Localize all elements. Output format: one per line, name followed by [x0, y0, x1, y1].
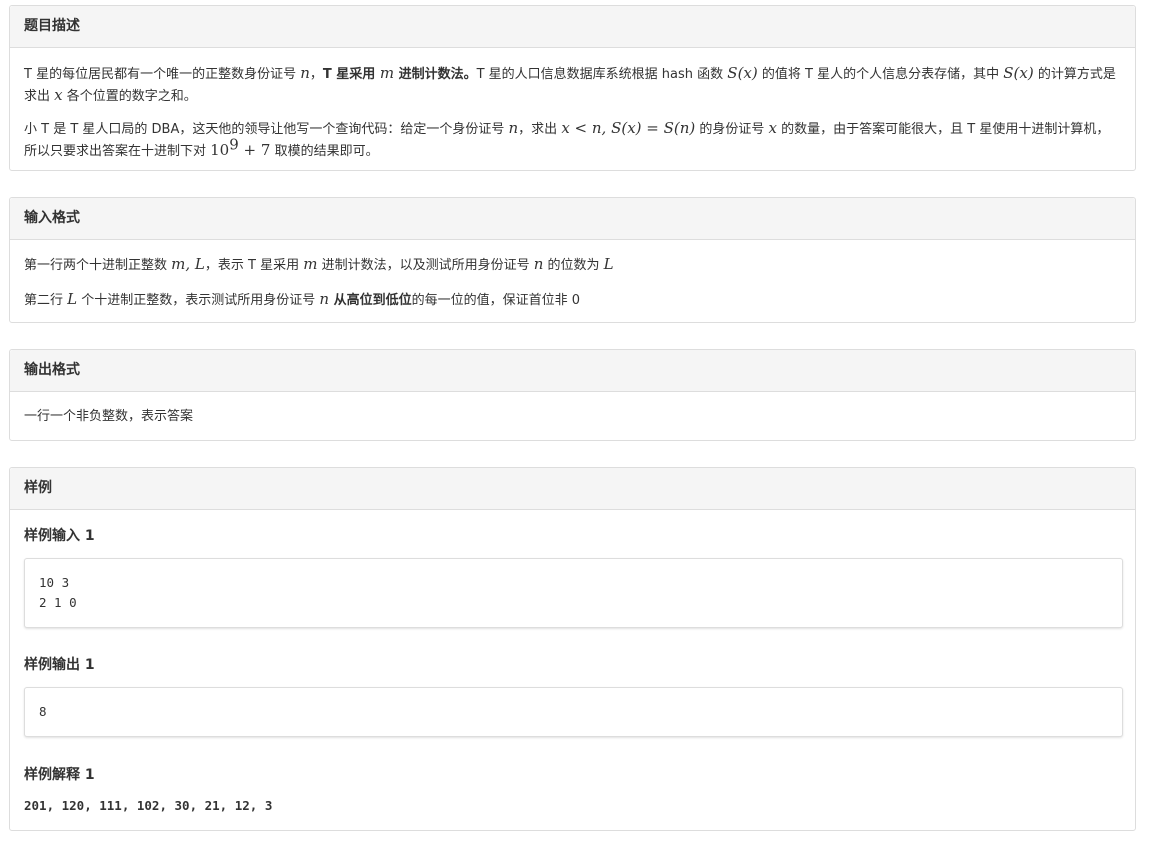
text: 的每一位的值，保证首位非 0	[411, 293, 580, 308]
text: 进制计数法，以及测试所用身份证号	[317, 258, 534, 273]
output-format-line: 一行一个非负整数，表示答案	[24, 409, 194, 424]
math-sx: S(x)	[1003, 64, 1034, 82]
sample-output-title: 样例输出 1	[24, 657, 95, 673]
text: ，表示 T 星采用	[204, 258, 304, 273]
sample-explain-text: 201, 120, 111, 102, 30, 21, 12, 3	[24, 798, 273, 813]
description-body: T 星的每位居民都有一个唯一的正整数身份证号 n，T 星采用 m 进制计数法。T…	[10, 63, 1135, 162]
sample-output-code[interactable]: 8	[24, 687, 1123, 737]
math-L: L	[603, 255, 614, 273]
math-x: x	[54, 86, 63, 104]
text: ，求出	[518, 122, 562, 137]
math-n: n	[300, 64, 310, 82]
text: 个十进制正整数，表示测试所用身份证号	[77, 293, 320, 308]
text: 的位数为	[543, 258, 604, 273]
input-format-body: 第一行两个十进制正整数 m, L，表示 T 星采用 m 进制计数法，以及测试所用…	[10, 254, 1135, 311]
text: 的身份证号	[695, 122, 769, 137]
description-title: 题目描述	[10, 6, 1135, 48]
text: 取模的结果即可。	[270, 144, 379, 159]
math-mod-tail: + 7	[238, 141, 271, 159]
math-L: L	[67, 290, 78, 308]
text: T 星的每位居民都有一个唯一的正整数身份证号	[24, 67, 301, 82]
text: 的值将 T 星人的个人信息分表存储，其中	[757, 67, 1004, 82]
input-format-panel: 输入格式 第一行两个十进制正整数 m, L，表示 T 星采用 m 进制计数法，以…	[9, 197, 1136, 323]
math-n: n	[533, 255, 544, 273]
output-format-panel: 输出格式 一行一个非负整数，表示答案	[9, 349, 1136, 441]
math-m: m	[303, 255, 318, 273]
text: 各个位置的数字之和。	[62, 89, 197, 104]
text: 第二行	[24, 293, 68, 308]
text: 小 T 是 T 星人口局的 DBA，这天他的领导让他写一个查询代码：给定一个身份…	[24, 122, 509, 137]
math-sx: S(x)	[727, 64, 758, 82]
math-condition: x < n, S(x) = S(n)	[561, 119, 696, 137]
bold-text: 进制计数法。	[394, 67, 477, 82]
math-m-L: m, L	[171, 255, 205, 273]
sample-input-code[interactable]: 10 3 2 1 0	[24, 558, 1123, 628]
input-format-line-2: 第二行 L 个十进制正整数，表示测试所用身份证号 n 从高位到低位的每一位的值，…	[24, 289, 1121, 311]
text: 第一行两个十进制正整数	[24, 258, 172, 273]
math-mod-exp: 9	[229, 135, 239, 154]
text: T 星的人口信息数据库系统根据 hash 函数	[476, 67, 728, 82]
description-paragraph-1: T 星的每位居民都有一个唯一的正整数身份证号 n，T 星采用 m 进制计数法。T…	[24, 63, 1121, 107]
text: ，	[309, 67, 323, 82]
sample-input-title: 样例输入 1	[24, 528, 95, 544]
math-n: n	[319, 290, 330, 308]
math-m: m	[379, 64, 395, 82]
samples-panel: 样例 样例输入 1 10 3 2 1 0 样例输出 1 8 样例解释 1 201…	[9, 467, 1136, 831]
math-mod-base: 10	[210, 141, 230, 159]
math-x: x	[768, 119, 777, 137]
output-format-body: 一行一个非负整数，表示答案	[10, 406, 1135, 427]
sample-explain-title: 样例解释 1	[24, 767, 95, 783]
bold-text: 从高位到低位	[329, 293, 412, 308]
description-paragraph-2: 小 T 是 T 星人口局的 DBA，这天他的领导让他写一个查询代码：给定一个身份…	[24, 118, 1121, 162]
math-n: n	[508, 119, 519, 137]
samples-title: 样例	[10, 468, 1135, 510]
input-format-line-1: 第一行两个十进制正整数 m, L，表示 T 星采用 m 进制计数法，以及测试所用…	[24, 254, 1121, 276]
output-format-title: 输出格式	[10, 350, 1135, 392]
description-panel: 题目描述 T 星的每位居民都有一个唯一的正整数身份证号 n，T 星采用 m 进制…	[9, 5, 1136, 171]
input-format-title: 输入格式	[10, 198, 1135, 240]
bold-text: T 星采用	[322, 67, 380, 82]
